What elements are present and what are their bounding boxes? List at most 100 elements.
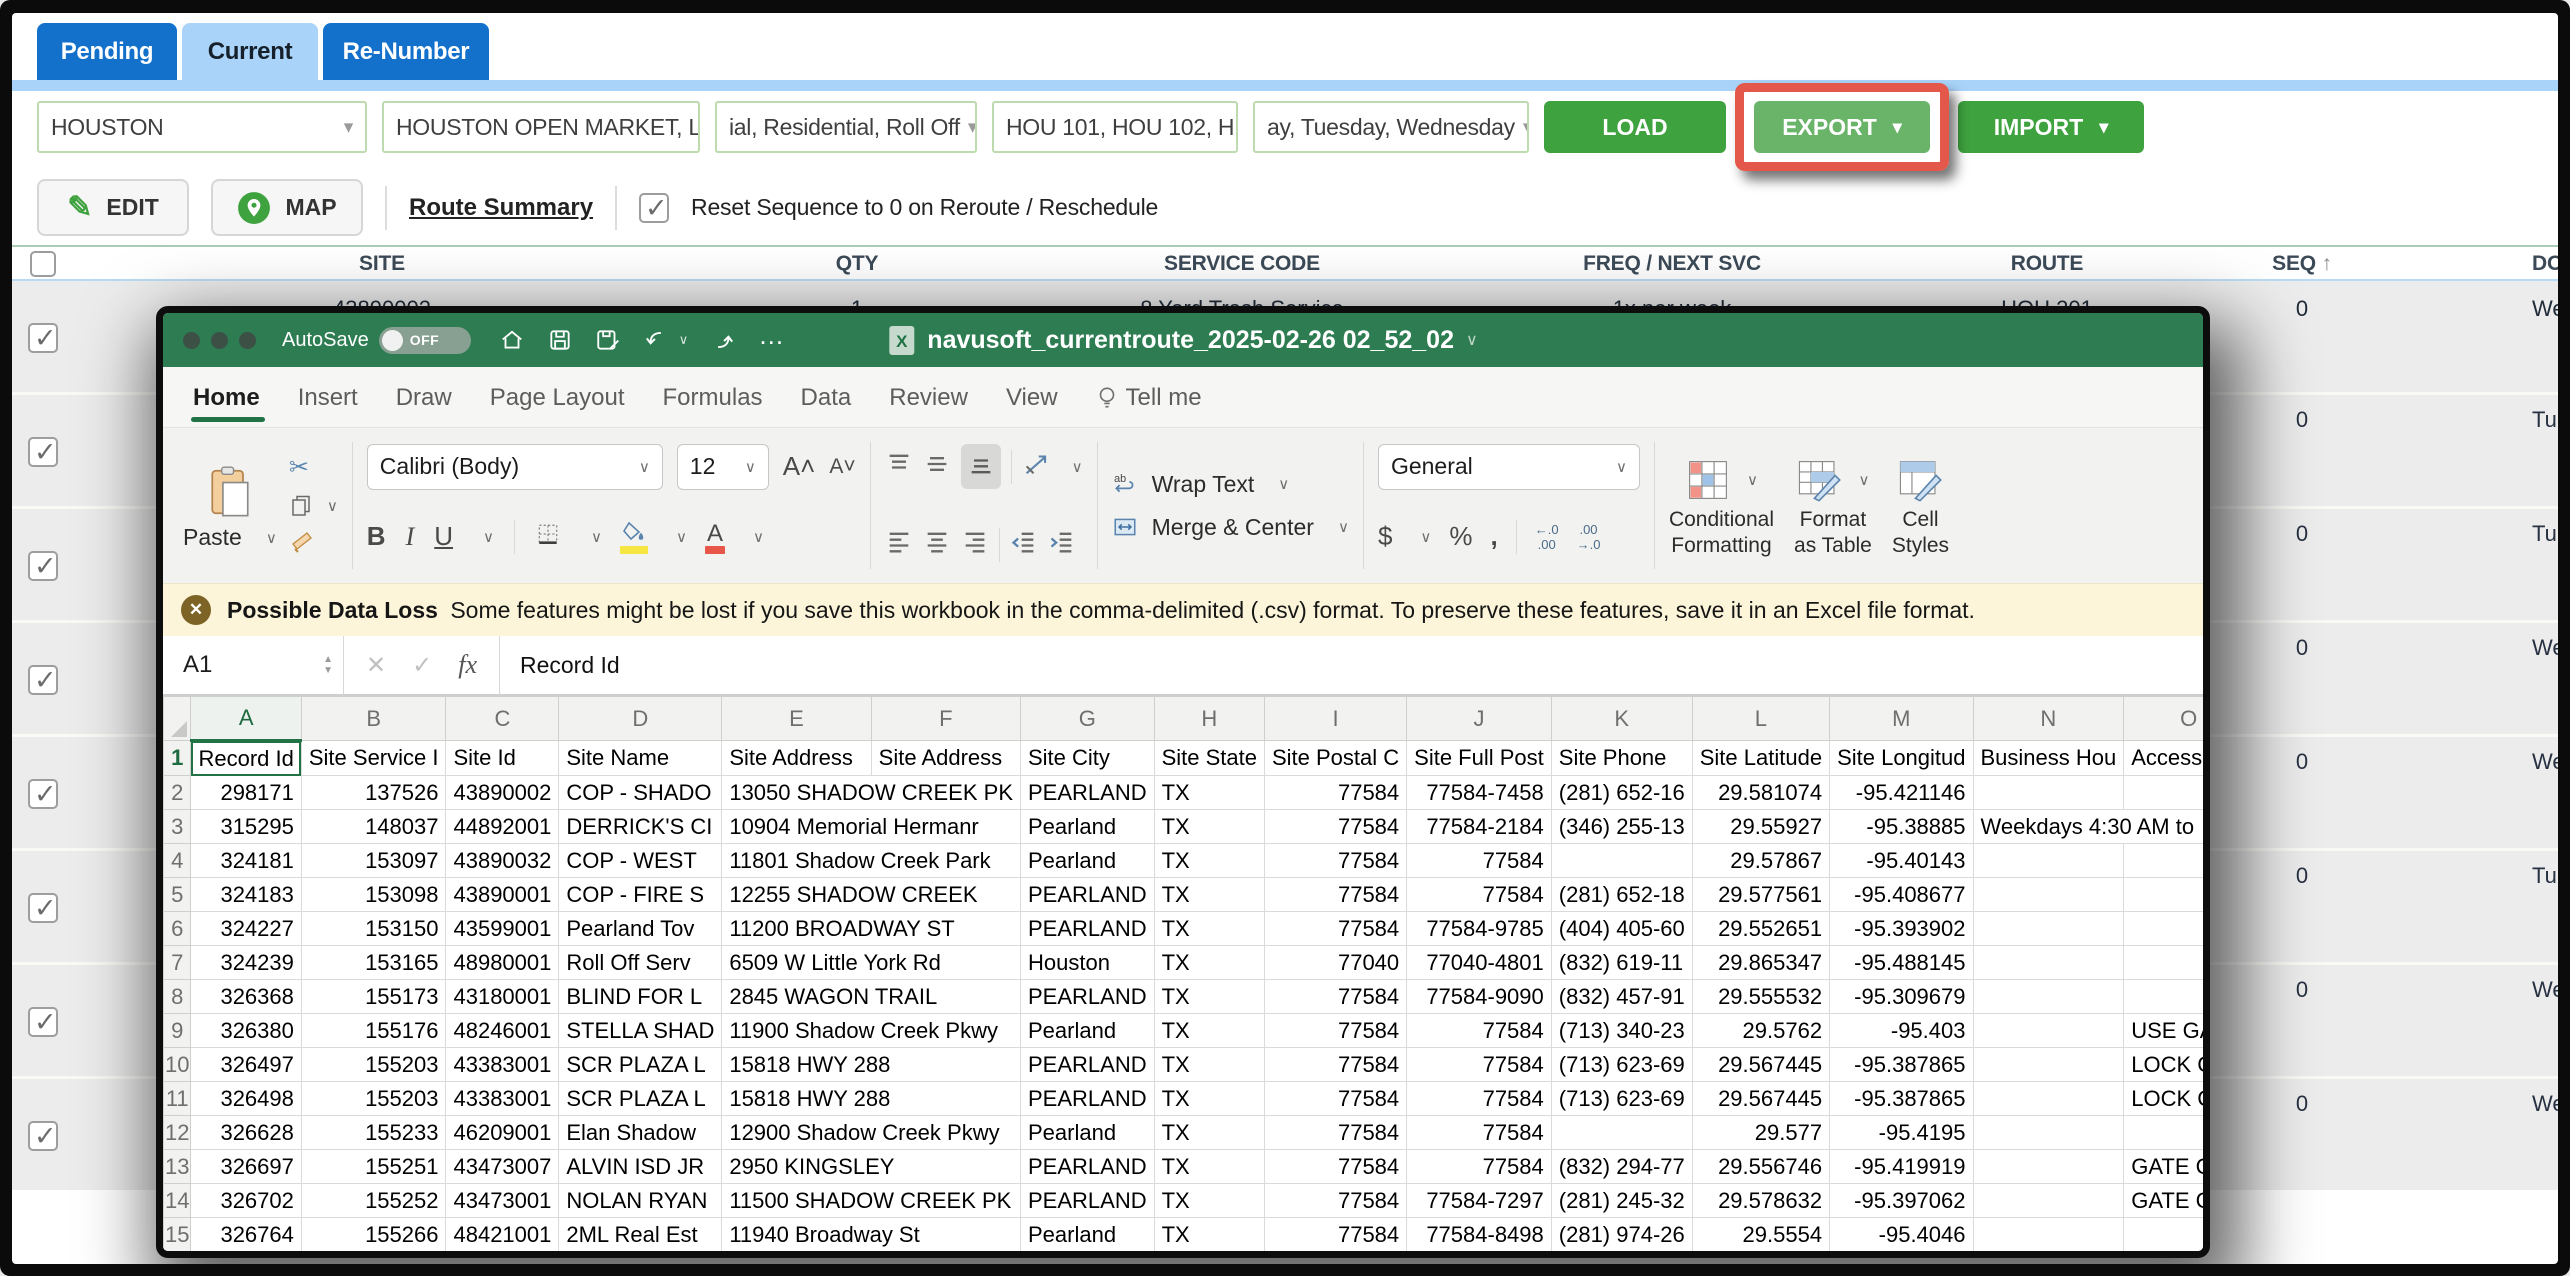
cell-K8[interactable]: (832) 457-91 [1551,980,1692,1014]
row-header-16[interactable]: 16 [164,1252,191,1255]
cell-A10[interactable]: 326497 [191,1048,301,1082]
cell-O6[interactable] [2124,912,2203,946]
cell-L16[interactable]: 29.552072 [1692,1252,1829,1255]
increase-font-size-icon[interactable]: A˄ [783,451,816,482]
cell-O9[interactable]: USE GAT [2124,1014,2203,1048]
cell-C11[interactable]: 43383001 [446,1082,559,1116]
cell-H8[interactable]: TX [1154,980,1264,1014]
cell-E7[interactable]: 6509 W Little York Rd [722,946,1021,980]
cell-D13[interactable]: ALVIN ISD JR [559,1150,722,1184]
cell-B4[interactable]: 153097 [301,844,446,878]
cell-B1[interactable]: Site Service I [301,741,446,776]
cell-M4[interactable]: -95.40143 [1830,844,1973,878]
cell-E16[interactable]: 6622 FITE RD [722,1252,1021,1255]
cell-J5[interactable]: 77584 [1407,878,1552,912]
cell-D1[interactable]: Site Name [559,741,722,776]
col-header-I[interactable]: I [1264,697,1406,741]
cell-H5[interactable]: TX [1154,878,1264,912]
conditional-formatting-button[interactable]: ∨ ConditionalFormatting [1669,453,1774,559]
cell-B12[interactable]: 155233 [301,1116,446,1150]
cell-I11[interactable]: 77584 [1264,1082,1406,1116]
home-icon[interactable] [499,327,525,353]
col-header-H[interactable]: H [1154,697,1264,741]
row-header-7[interactable]: 7 [164,946,191,980]
cell-O10[interactable]: LOCK COD [2124,1048,2203,1082]
cell-E5[interactable]: 12255 SHADOW CREEK [722,878,1021,912]
col-header-K[interactable]: K [1551,697,1692,741]
cell-E11[interactable]: 15818 HWY 288 [722,1082,1021,1116]
cell-M3[interactable]: -95.38885 [1830,810,1973,844]
cell-C12[interactable]: 46209001 [446,1116,559,1150]
cell-K15[interactable]: (281) 974-26 [1551,1218,1692,1252]
cell-L15[interactable]: 29.5554 [1692,1218,1829,1252]
cell-O11[interactable]: LOCK COD [2124,1082,2203,1116]
col-dow[interactable]: DO [2402,252,2558,276]
cell-B13[interactable]: 155251 [301,1150,446,1184]
days-dropdown[interactable]: ay, Tuesday, Wednesday▾ [1253,101,1529,153]
cell-O2[interactable] [2124,776,2203,810]
row-header-9[interactable]: 9 [164,1014,191,1048]
confirm-entry-icon[interactable]: ✓ [412,651,432,680]
cell-J8[interactable]: 77584-9090 [1407,980,1552,1014]
cell-L1[interactable]: Site Latitude [1692,741,1829,776]
cell-I12[interactable]: 77584 [1264,1116,1406,1150]
cell-I4[interactable]: 77584 [1264,844,1406,878]
row-checkbox[interactable] [28,1121,58,1151]
row-header-12[interactable]: 12 [164,1116,191,1150]
increase-indent-icon[interactable] [1048,528,1076,561]
cell-M15[interactable]: -95.4046 [1830,1218,1973,1252]
cell-I15[interactable]: 77584 [1264,1218,1406,1252]
cell-A13[interactable]: 326697 [191,1150,301,1184]
paste-button[interactable]: Paste∨ [183,460,277,551]
cell-O13[interactable]: GATE CO [2124,1150,2203,1184]
cell-G11[interactable]: PEARLAND [1021,1082,1155,1116]
format-painter-icon[interactable] [289,530,315,559]
cell-G16[interactable]: PEARLAND [1021,1252,1155,1255]
cell-M5[interactable]: -95.408677 [1830,878,1973,912]
cell-K14[interactable]: (281) 245-32 [1551,1184,1692,1218]
cell-B8[interactable]: 155173 [301,980,446,1014]
cell-F1[interactable]: Site Address [871,741,1020,776]
tab-draw[interactable]: Draw [396,384,452,427]
cell-M6[interactable]: -95.393902 [1830,912,1973,946]
cell-C13[interactable]: 43473007 [446,1150,559,1184]
cell-K2[interactable]: (281) 652-16 [1551,776,1692,810]
row-checkbox[interactable] [28,893,58,923]
cell-styles-button[interactable]: CellStyles [1892,453,1949,559]
cell-L4[interactable]: 29.57867 [1692,844,1829,878]
cell-E1[interactable]: Site Address [722,741,871,776]
col-header-A[interactable]: A [191,697,301,741]
cell-G10[interactable]: PEARLAND [1021,1048,1155,1082]
cell-D16[interactable]: PEARLAND L [559,1252,722,1255]
cancel-entry-icon[interactable]: ✕ [366,651,386,680]
cell-C9[interactable]: 48246001 [446,1014,559,1048]
col-site[interactable]: SITE [82,252,682,276]
export-button[interactable]: EXPORT▾ [1754,101,1930,153]
cell-I14[interactable]: 77584 [1264,1184,1406,1218]
cell-K7[interactable]: (832) 619-11 [1551,946,1692,980]
save-as-icon[interactable] [595,327,621,353]
cell-J3[interactable]: 77584-2184 [1407,810,1552,844]
tab-pending[interactable]: Pending [37,23,177,80]
row-checkbox[interactable] [28,323,58,353]
cell-N8[interactable] [1973,980,2124,1014]
font-color-button[interactable]: A [707,520,723,554]
cell-L11[interactable]: 29.567445 [1692,1082,1829,1116]
row-checkbox[interactable] [28,551,58,581]
cell-G8[interactable]: PEARLAND [1021,980,1155,1014]
cell-I10[interactable]: 77584 [1264,1048,1406,1082]
cell-B10[interactable]: 155203 [301,1048,446,1082]
close-window-icon[interactable] [183,332,200,349]
cell-C15[interactable]: 48421001 [446,1218,559,1252]
formula-content[interactable]: Record Id [500,652,620,679]
cell-D7[interactable]: Roll Off Serv [559,946,722,980]
route-summary-link[interactable]: Route Summary [409,194,593,222]
cell-O7[interactable] [2124,946,2203,980]
cell-D2[interactable]: COP - SHADO [559,776,722,810]
cell-L9[interactable]: 29.5762 [1692,1014,1829,1048]
cell-A5[interactable]: 324183 [191,878,301,912]
col-header-D[interactable]: D [559,697,722,741]
cell-B11[interactable]: 155203 [301,1082,446,1116]
insert-function-icon[interactable]: fx [458,650,477,680]
cell-G9[interactable]: Pearland [1021,1014,1155,1048]
